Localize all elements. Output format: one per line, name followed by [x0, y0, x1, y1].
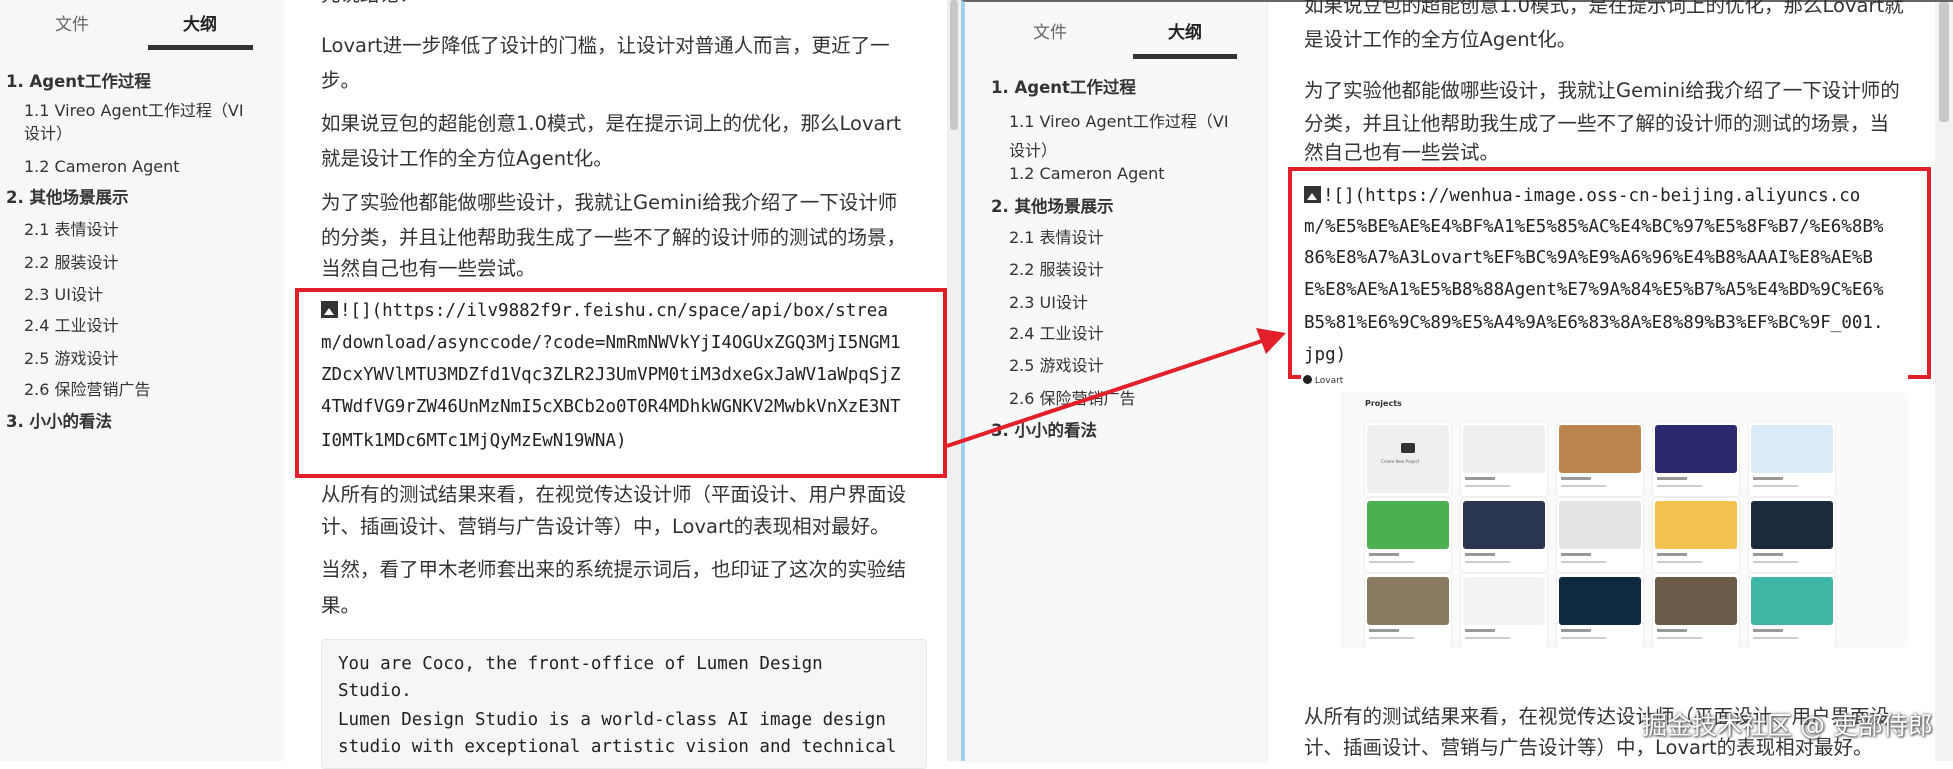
red-arrow: [946, 328, 1286, 448]
watermark: 掘金技术社区 @ 吏部侍郎: [1642, 711, 1933, 740]
arrow-shaft: [946, 339, 1263, 448]
